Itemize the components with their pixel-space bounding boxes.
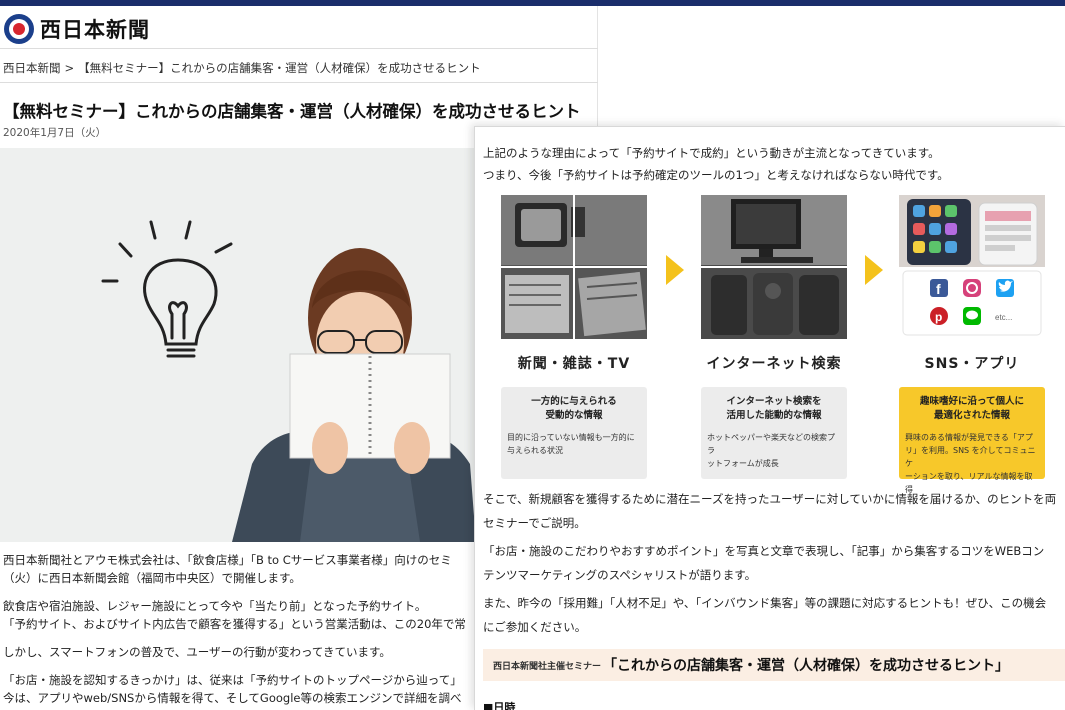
arrow-right-icon — [666, 255, 684, 285]
box-heading-line: 一方的に与えられる 受動的な情報 — [531, 396, 617, 421]
svg-text:f: f — [936, 281, 941, 297]
breadcrumb-separator: > — [64, 61, 75, 75]
smartphone-sns-photo: f p etc... — [899, 195, 1045, 339]
body-line: セミナーでご説明。 — [483, 516, 586, 530]
breadcrumb-current: 【無料セミナー】これからの店舗集客・運営（人材確保）を成功させるヒント — [78, 61, 481, 75]
tv-newspaper-photo — [501, 195, 647, 339]
article-body: 西日本新聞社とアウモ株式会社は、「飲食店様」「B to Cサービス事業者様」向け… — [3, 551, 475, 710]
seminar-banner: 西日本新聞社主催セミナー 「これからの店舗集客・運営（人材確保）を成功させるヒン… — [483, 649, 1065, 681]
arrow-right-icon — [865, 255, 883, 285]
pc-phone-photo — [701, 195, 847, 339]
media-description-box: 一方的に与えられる 受動的な情報 目的に沿っていない情報も一方的に 与えられる状… — [501, 387, 647, 479]
box-heading-line: インターネット検索を 活用した能動的な情報 — [726, 396, 822, 421]
breadcrumb-divider — [0, 82, 598, 83]
article-title: 【無料セミナー】これからの店舗集客・運営（人材確保）を成功させるヒント — [3, 102, 581, 121]
schedule-heading: ■日時 — [483, 701, 516, 710]
logo-text: 西日本新聞 — [40, 18, 150, 42]
article-paragraph: 西日本新聞社とアウモ株式会社は、「飲食店様」「B to Cサービス事業者様」向け… — [3, 553, 452, 585]
body-line: にご参加ください。 — [483, 620, 587, 634]
media-column-traditional: 新聞・雑誌・TV 一方的に与えられる 受動的な情報 目的に沿っていない情報も一方… — [501, 195, 647, 479]
header-divider — [0, 48, 598, 49]
site-logo[interactable]: 西日本新聞 — [4, 13, 150, 45]
banner-title: 「これからの店舗集客・運営（人材確保）を成功させるヒント」 — [603, 658, 1010, 674]
article-date: 2020年1月7日（火） — [3, 127, 107, 139]
box-detail-line: ホットペッパーや楽天などの検索プラ ットフォームが成長 — [707, 433, 835, 468]
media-description-box: 趣味嗜好に沿って個人に 最適化された情報 興味のある情報が発見できる「アプ リ」… — [899, 387, 1045, 494]
media-label: SNS・アプリ — [924, 356, 1020, 372]
article-paragraph: 飲食店や宿泊施設、レジャー施設にとって今や「当たり前」となった予約サイト。 「予約… — [3, 599, 466, 631]
banner-organizer: 西日本新聞社主催セミナー — [493, 661, 602, 672]
media-description-box: インターネット検索を 活用した能動的な情報 ホットペッパーや楽天などの検索プラ … — [701, 387, 847, 479]
media-column-internet: インターネット検索 インターネット検索を 活用した能動的な情報 ホットペッパーや… — [701, 195, 847, 479]
media-label: インターネット検索 — [706, 356, 842, 372]
hero-image — [0, 148, 476, 542]
body-line: そこで、新規顧客を獲得するために潜在ニーズを持ったユーザーに対していかに情報を届… — [483, 492, 1057, 506]
body-line: また、昨今の「採用難」「人材不足」や、「インバウンド集客」等の課題に対応するヒン… — [483, 596, 1047, 610]
body-text: そこで、新規顧客を獲得するために潜在ニーズを持ったユーザーに対していかに情報を届… — [483, 487, 1065, 639]
overlay-page: 上記のような理由によって「予約サイトで成約」という動きが主流となってきています。… — [474, 126, 1065, 710]
box-heading-line: 趣味嗜好に沿って個人に 最適化された情報 — [919, 396, 1025, 421]
media-column-sns: f p etc... SNS・アプリ 趣味嗜好に沿って個人に 最適化された情報 … — [899, 195, 1045, 494]
article-paragraph: しかし、スマートフォンの普及で、ユーザーの行動が変わってきています。 — [3, 645, 391, 659]
body-line: テンツマーケティングのスペシャリストが語ります。 — [483, 568, 757, 582]
box-detail-line: 目的に沿っていない情報も一方的に 与えられる状況 — [507, 433, 635, 455]
instagram-icon — [963, 279, 981, 297]
body-line: 「お店・施設のこだわりやおすすめポイント」を写真と文章で表現し、「記事」から集客… — [483, 544, 1045, 558]
logo-mark-icon — [4, 14, 34, 44]
article-paragraph: 「お店・施設を認知するきっかけ」は、従来は「予約サイトのトップページから辿って」… — [3, 673, 462, 705]
breadcrumb-home-link[interactable]: 西日本新聞 — [3, 61, 61, 75]
sns-etc-text: etc... — [995, 313, 1012, 322]
svg-text:p: p — [935, 310, 942, 324]
media-label: 新聞・雑誌・TV — [517, 356, 631, 372]
intro-text: 上記のような理由によって「予約サイトで成約」という動きが主流となってきています。… — [483, 146, 949, 182]
breadcrumb: 西日本新聞 > 【無料セミナー】これからの店舗集客・運営（人材確保）を成功させるヒン… — [3, 60, 481, 76]
